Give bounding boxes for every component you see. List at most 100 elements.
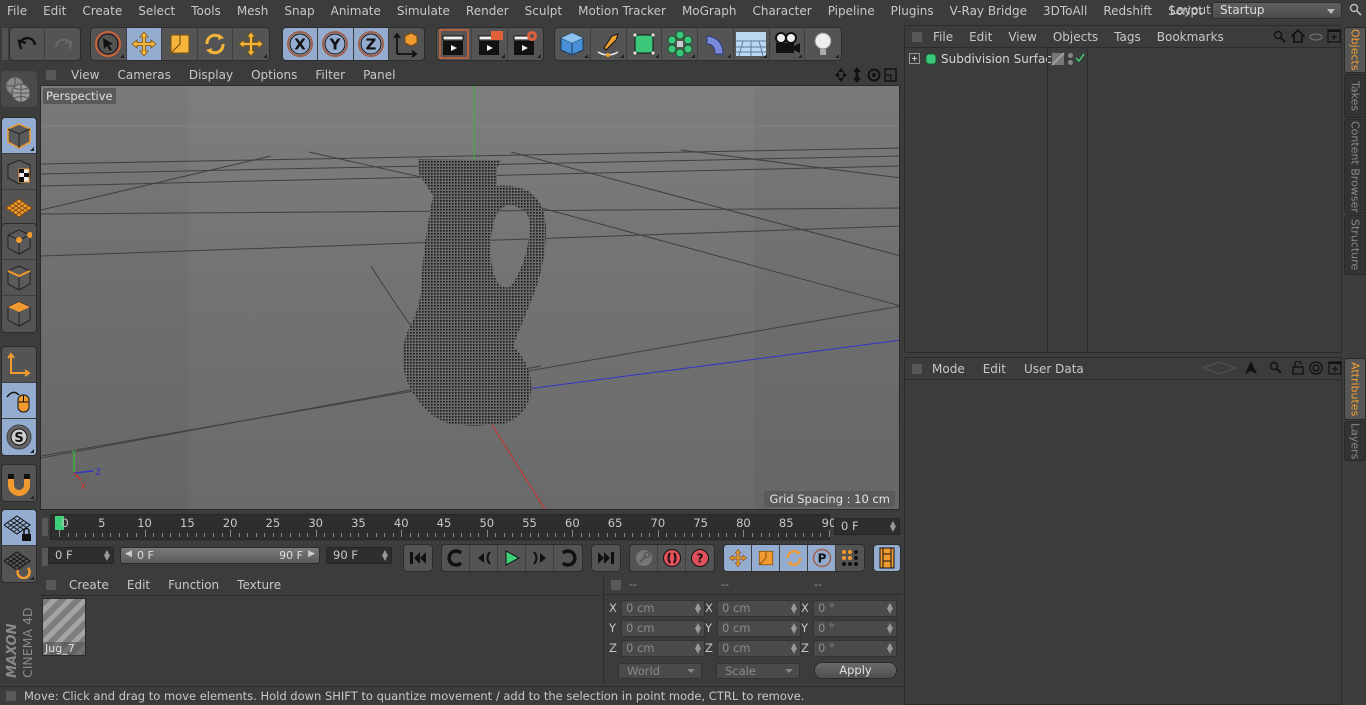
object-menu-bookmarks[interactable]: Bookmarks <box>1149 30 1232 44</box>
viewport-menu-cameras[interactable]: Cameras <box>108 68 179 82</box>
tab-attributes[interactable]: Attributes <box>1344 358 1366 420</box>
object-name[interactable]: Subdivision Surface <box>941 52 1059 66</box>
panel-grip[interactable] <box>611 580 621 590</box>
size-mode-dropdown[interactable]: Scale <box>716 663 800 679</box>
menu-3dtoall[interactable]: 3DToAll <box>1035 4 1095 18</box>
tab-takes[interactable]: Takes <box>1344 74 1366 118</box>
points-mode-button[interactable] <box>2 224 36 260</box>
play-button[interactable] <box>498 545 526 571</box>
panel-grip[interactable] <box>46 70 56 80</box>
menu-render[interactable]: Render <box>458 4 517 18</box>
menu-create[interactable]: Create <box>74 4 130 18</box>
menu-sculpt[interactable]: Sculpt <box>517 4 570 18</box>
render-settings-button[interactable] <box>508 28 543 60</box>
object-menu-view[interactable]: View <box>1000 30 1044 44</box>
search-icon[interactable] <box>1273 30 1287 44</box>
end-frame-field[interactable]: 90 F ▲ ▼ <box>326 547 392 564</box>
panel-grip[interactable] <box>912 31 922 42</box>
attribute-menu-user-data[interactable]: User Data <box>1015 362 1093 376</box>
material-menu-edit[interactable]: Edit <box>118 578 159 592</box>
snap-button[interactable] <box>2 465 36 501</box>
menu-redshift[interactable]: Redshift <box>1095 4 1160 18</box>
position-x-field[interactable]: 0 cm ▲ ▼ <box>621 600 705 617</box>
deformer-button[interactable] <box>698 28 734 60</box>
viewport-menu-display[interactable]: Display <box>180 68 242 82</box>
zoom-view-icon[interactable] <box>853 67 861 83</box>
menu-animate[interactable]: Animate <box>323 4 389 18</box>
coordinate-mode-dropdown[interactable]: World <box>618 663 702 679</box>
expand-icon[interactable] <box>909 53 920 64</box>
tab-layers[interactable]: Layers <box>1344 421 1366 461</box>
back-forward-icon[interactable] <box>1201 361 1237 375</box>
layer-icon[interactable] <box>1051 52 1065 66</box>
next-key-button[interactable] <box>554 545 582 571</box>
column-divider[interactable] <box>1087 49 1088 352</box>
maximize-view-icon[interactable] <box>884 68 897 82</box>
pen-button[interactable] <box>591 28 627 60</box>
undo-button[interactable] <box>10 28 46 60</box>
viewport-menu-filter[interactable]: Filter <box>306 68 354 82</box>
render-view-button[interactable] <box>437 28 473 60</box>
toolbar-grip[interactable] <box>2 28 8 60</box>
timeline-window-button[interactable] <box>874 545 900 571</box>
last-tool-button[interactable] <box>233 28 269 60</box>
eye-icon[interactable] <box>1309 30 1323 44</box>
size-x-field[interactable]: 0 cm ▲ ▼ <box>717 600 801 617</box>
panel-grip[interactable] <box>912 363 922 374</box>
pointer-up-icon[interactable] <box>1244 361 1258 375</box>
unlock-icon[interactable] <box>1291 361 1305 375</box>
layout-select[interactable]: Startup <box>1212 2 1342 19</box>
coordinate-system-button[interactable] <box>389 28 424 60</box>
frame-range-slider[interactable]: ◀ 0 F 90 F ▶ <box>120 547 320 564</box>
search-icon[interactable] <box>1349 3 1363 17</box>
menu-motion-tracker[interactable]: Motion Tracker <box>570 4 674 18</box>
make-editable-button[interactable] <box>1 71 35 107</box>
rotate-tool-button[interactable] <box>198 28 234 60</box>
timeline-grip[interactable] <box>42 518 48 536</box>
menu-pipeline[interactable]: Pipeline <box>820 4 883 18</box>
workplane-mode-button[interactable] <box>2 190 36 226</box>
object-menu-edit[interactable]: Edit <box>961 30 1000 44</box>
previous-frame-button[interactable] <box>470 545 498 571</box>
visibility-dots-icon[interactable] <box>1067 52 1074 66</box>
orbit-icon[interactable] <box>867 68 881 82</box>
menu-file[interactable]: File <box>0 4 35 18</box>
parameter-key-button[interactable]: P <box>808 545 836 571</box>
tab-structure[interactable]: Structure <box>1344 215 1366 275</box>
y-axis-button[interactable]: Y <box>318 28 354 60</box>
target-icon[interactable] <box>1309 361 1323 375</box>
current-frame-field[interactable]: 0 F ▲ ▼ <box>834 518 900 535</box>
tweak-mode-button[interactable] <box>2 383 36 419</box>
object-menu-objects[interactable]: Objects <box>1045 30 1106 44</box>
texture-mode-button[interactable] <box>2 154 36 190</box>
panel-grip[interactable] <box>46 580 56 590</box>
go-to-start-button[interactable] <box>404 545 432 571</box>
search-icon[interactable] <box>1269 361 1283 375</box>
x-axis-button[interactable]: X <box>283 28 319 60</box>
column-divider[interactable] <box>1047 49 1048 352</box>
attribute-menu-mode[interactable]: Mode <box>923 362 974 376</box>
position-key-button[interactable] <box>724 545 752 571</box>
menu-snap[interactable]: Snap <box>276 4 322 18</box>
home-icon[interactable] <box>1291 29 1305 43</box>
position-z-field[interactable]: 0 cm ▲ ▼ <box>621 640 705 657</box>
camera-button[interactable] <box>770 28 806 60</box>
rotation-z-field[interactable]: 0 ° ▲ ▼ <box>813 640 897 657</box>
model-mode-button[interactable] <box>2 118 36 154</box>
range-left-arrow[interactable]: ◀ <box>125 549 132 559</box>
object-menu-tags[interactable]: Tags <box>1106 30 1149 44</box>
attribute-menu-edit[interactable]: Edit <box>974 362 1015 376</box>
new-panel-icon[interactable] <box>1327 29 1341 43</box>
rotation-key-button[interactable] <box>780 545 808 571</box>
size-y-field[interactable]: 0 cm ▲ ▼ <box>717 620 801 637</box>
camera-label[interactable]: Perspective <box>43 88 116 104</box>
menu-v-ray-bridge[interactable]: V-Ray Bridge <box>942 4 1035 18</box>
viewport-menu-view[interactable]: View <box>62 68 108 82</box>
record-keys-button[interactable] <box>630 545 658 571</box>
next-frame-button[interactable] <box>526 545 554 571</box>
pan-icon[interactable] <box>835 68 847 82</box>
menu-tools[interactable]: Tools <box>183 4 229 18</box>
cube-button[interactable] <box>555 28 591 60</box>
menu-mograph[interactable]: MoGraph <box>674 4 745 18</box>
rotation-x-field[interactable]: 0 ° ▲ ▼ <box>813 600 897 617</box>
